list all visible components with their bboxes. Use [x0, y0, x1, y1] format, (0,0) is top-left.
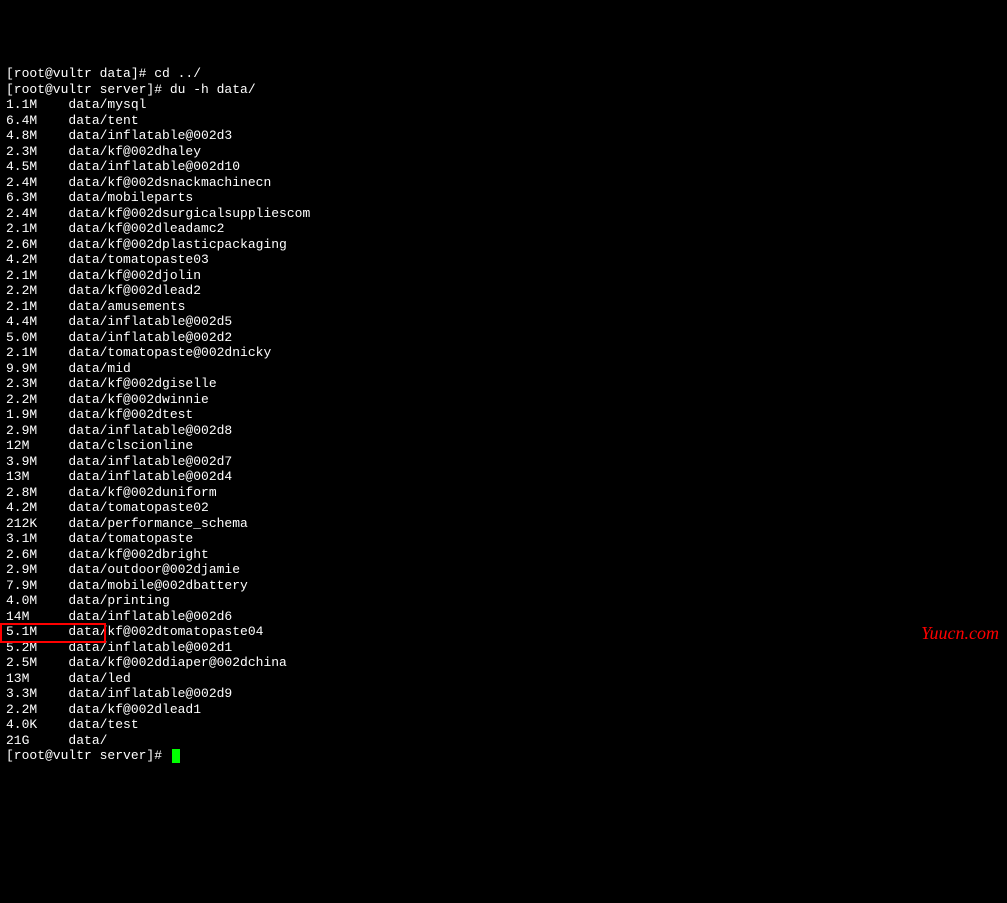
du-output-line: 2.6M data/kf@002dbright: [6, 547, 1001, 563]
du-output-line: 4.5M data/inflatable@002d10: [6, 159, 1001, 175]
du-output-line: 2.2M data/kf@002dlead2: [6, 283, 1001, 299]
du-output-line: 3.9M data/inflatable@002d7: [6, 454, 1001, 470]
du-output-line: 13M data/led: [6, 671, 1001, 687]
du-output-line: 2.9M data/outdoor@002djamie: [6, 562, 1001, 578]
du-output-line: 2.5M data/kf@002ddiaper@002dchina: [6, 655, 1001, 671]
du-output-line: 2.2M data/kf@002dwinnie: [6, 392, 1001, 408]
du-output-line: 3.3M data/inflatable@002d9: [6, 686, 1001, 702]
du-output-line: 2.1M data/kf@002dleadamc2: [6, 221, 1001, 237]
du-output-line: 1.9M data/kf@002dtest: [6, 407, 1001, 423]
du-output-line: 12M data/clscionline: [6, 438, 1001, 454]
du-output-line: 2.3M data/kf@002dgiselle: [6, 376, 1001, 392]
du-output-line: 5.0M data/inflatable@002d2: [6, 330, 1001, 346]
du-output-line: 2.8M data/kf@002duniform: [6, 485, 1001, 501]
du-output-line: 6.3M data/mobileparts: [6, 190, 1001, 206]
du-output-line: 21G data/: [6, 733, 1001, 749]
du-output-line: 7.9M data/mobile@002dbattery: [6, 578, 1001, 594]
du-output-line: 2.2M data/kf@002dlead1: [6, 702, 1001, 718]
du-output-line: 2.1M data/kf@002djolin: [6, 268, 1001, 284]
du-output-line: 2.4M data/kf@002dsurgicalsuppliescom: [6, 206, 1001, 222]
du-output-line: 212K data/performance_schema: [6, 516, 1001, 532]
du-output-line: 4.0K data/test: [6, 717, 1001, 733]
du-output-line: 2.1M data/amusements: [6, 299, 1001, 315]
du-output-line: 3.1M data/tomatopaste: [6, 531, 1001, 547]
terminal-output[interactable]: [root@vultr data]# cd ../[root@vultr ser…: [6, 66, 1001, 764]
du-output-line: 1.1M data/mysql: [6, 97, 1001, 113]
du-output-line: 2.6M data/kf@002dplasticpackaging: [6, 237, 1001, 253]
du-output-line: 5.2M data/inflatable@002d1: [6, 640, 1001, 656]
du-output-line: 2.9M data/inflatable@002d8: [6, 423, 1001, 439]
du-output-line: 4.0M data/printing: [6, 593, 1001, 609]
du-output-line: 4.2M data/tomatopaste02: [6, 500, 1001, 516]
du-output-line: 6.4M data/tent: [6, 113, 1001, 129]
du-output-line: 13M data/inflatable@002d4: [6, 469, 1001, 485]
prompt-text: [root@vultr server]#: [6, 748, 170, 764]
du-output-line: 4.2M data/tomatopaste03: [6, 252, 1001, 268]
du-output-line: 9.9M data/mid: [6, 361, 1001, 377]
prompt-line: [root@vultr data]# cd ../: [6, 66, 1001, 82]
watermark-text: Yuucn.com: [921, 626, 999, 642]
du-output-line: 2.1M data/tomatopaste@002dnicky: [6, 345, 1001, 361]
prompt-line-active[interactable]: [root@vultr server]#: [6, 748, 1001, 764]
prompt-line: [root@vultr server]# du -h data/: [6, 82, 1001, 98]
cursor-block: [172, 749, 180, 763]
du-output-line: 2.4M data/kf@002dsnackmachinecn: [6, 175, 1001, 191]
du-output-line: 4.4M data/inflatable@002d5: [6, 314, 1001, 330]
du-output-line: 4.8M data/inflatable@002d3: [6, 128, 1001, 144]
du-output-line: 2.3M data/kf@002dhaley: [6, 144, 1001, 160]
du-output-line: 5.1M data/kf@002dtomatopaste04: [6, 624, 1001, 640]
du-output-line: 14M data/inflatable@002d6: [6, 609, 1001, 625]
